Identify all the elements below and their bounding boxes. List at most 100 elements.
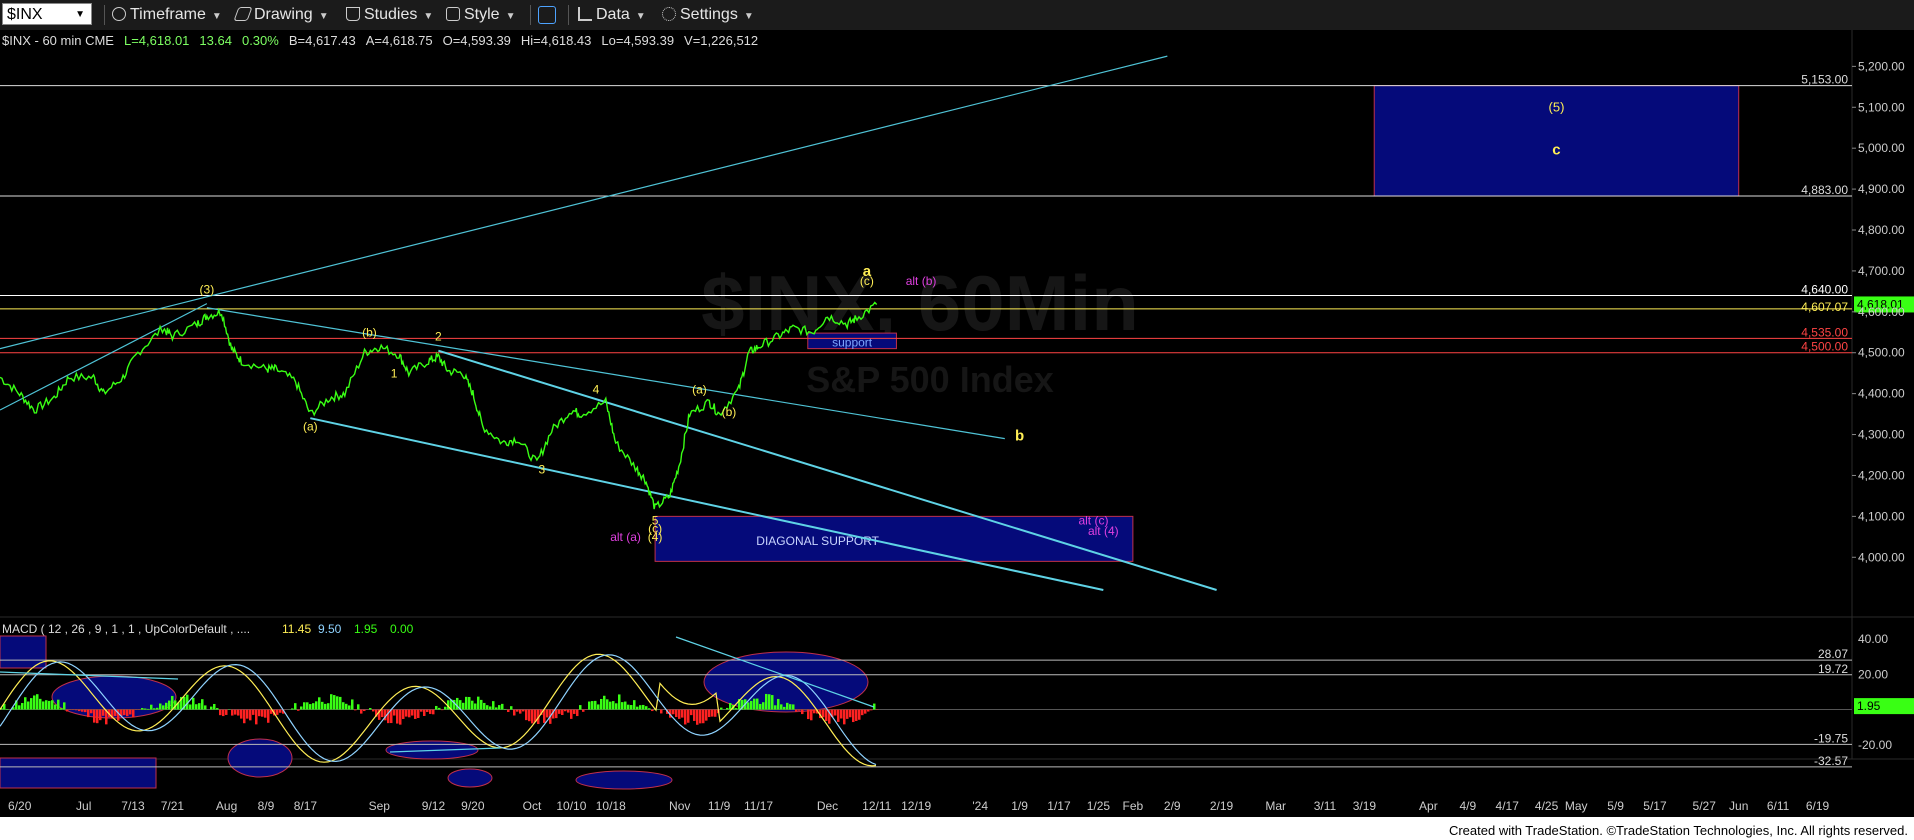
time-axis-tick: 5/9 bbox=[1607, 799, 1624, 813]
macd-histogram-bar bbox=[612, 701, 615, 710]
macd-histogram-bar bbox=[312, 703, 315, 710]
macd-histogram-bar bbox=[591, 701, 594, 710]
macd-histogram-bar bbox=[261, 709, 264, 717]
macd-histogram-bar bbox=[624, 701, 627, 710]
price-axis-tick: 4,100.00 bbox=[1858, 509, 1905, 523]
macd-histogram-bar bbox=[192, 697, 195, 710]
time-axis-tick: Nov bbox=[669, 799, 690, 813]
macd-histogram-bar bbox=[789, 704, 792, 710]
layout-button[interactable] bbox=[538, 6, 560, 27]
macd-histogram-bar bbox=[306, 702, 309, 710]
macd-histogram-bar bbox=[336, 696, 339, 710]
macd-histogram-bar bbox=[144, 708, 147, 710]
macd-histogram-bar bbox=[825, 709, 828, 721]
macd-histogram-bar bbox=[594, 700, 597, 710]
macd-histogram-bar bbox=[90, 709, 93, 714]
macd-histogram-bar bbox=[753, 698, 756, 710]
macd-histogram-bar bbox=[300, 706, 303, 710]
time-axis-tick: 7/21 bbox=[161, 799, 185, 813]
time-axis-tick: 5/17 bbox=[1643, 799, 1667, 813]
macd-histogram-bar bbox=[762, 702, 765, 710]
macd-histogram-bar bbox=[150, 704, 153, 710]
time-axis-tick: 1/9 bbox=[1011, 799, 1028, 813]
macd-histogram-bar bbox=[852, 709, 855, 723]
macd-histogram-bar bbox=[747, 702, 750, 710]
net-change: 13.64 bbox=[199, 33, 232, 48]
bid-price: B=4,617.43 bbox=[288, 33, 356, 48]
time-axis-tick: Jun bbox=[1729, 799, 1748, 813]
macd-histogram-bar bbox=[711, 709, 714, 717]
macd-value: 9.50 bbox=[318, 622, 342, 636]
level-label: 4,535.00 bbox=[1801, 325, 1848, 339]
time-axis-tick: Feb bbox=[1123, 799, 1144, 813]
macd-histogram-bar bbox=[132, 709, 135, 718]
macd-histogram-bar bbox=[702, 709, 705, 724]
macd-histogram-bar bbox=[102, 709, 105, 716]
macd-histogram-bar bbox=[309, 704, 312, 710]
macd-histogram-bar bbox=[681, 709, 684, 718]
macd-histogram-bar bbox=[834, 709, 837, 716]
level-label: 4,607.07 bbox=[1801, 300, 1848, 314]
macd-histogram-bar bbox=[42, 701, 45, 710]
macd-histogram-bar bbox=[783, 706, 786, 710]
price-axis-tick: 4,700.00 bbox=[1858, 264, 1905, 278]
diagonal-support-label: DIAGONAL SUPPORT bbox=[756, 534, 879, 548]
macd-histogram-bar bbox=[63, 702, 66, 710]
macd-highlight bbox=[447, 768, 493, 788]
macd-histogram-bar bbox=[87, 709, 90, 718]
target-box-label: (5) bbox=[1549, 99, 1565, 114]
macd-histogram-bar bbox=[24, 697, 27, 710]
percent-change: 0.30% bbox=[241, 33, 279, 48]
macd-histogram-bar bbox=[555, 709, 558, 719]
macd-histogram-bar bbox=[660, 709, 663, 714]
macd-histogram-bar bbox=[342, 702, 345, 710]
macd-histogram-bar bbox=[837, 709, 840, 722]
macd-histogram-bar bbox=[303, 702, 306, 710]
macd-histogram-bar bbox=[564, 709, 567, 712]
symbol-input[interactable]: $INX ▼ bbox=[2, 3, 92, 25]
timeframe-button[interactable]: Timeframe ▼ bbox=[112, 6, 222, 24]
macd-histogram-bar bbox=[468, 696, 471, 710]
wave-label: (b) bbox=[362, 325, 377, 339]
price-axis-tick: 4,000.00 bbox=[1858, 550, 1905, 564]
macd-histogram-bar bbox=[156, 707, 159, 710]
macd-histogram-bar bbox=[606, 699, 609, 710]
macd-axis-tick: 20.00 bbox=[1858, 667, 1888, 681]
open-price: O=4,593.39 bbox=[442, 33, 511, 48]
macd-histogram-bar bbox=[858, 709, 861, 720]
time-axis-tick: 10/10 bbox=[556, 799, 586, 813]
time-axis-tick: 3/11 bbox=[1314, 799, 1337, 813]
macd-histogram-bar bbox=[582, 709, 585, 712]
macd-histogram-bar bbox=[867, 709, 870, 712]
macd-histogram-bar bbox=[849, 709, 852, 718]
price-axis-tick: 4,500.00 bbox=[1858, 346, 1905, 360]
drawing-button[interactable]: Drawing ▼ bbox=[233, 6, 329, 24]
macd-histogram-bar bbox=[846, 709, 849, 719]
price-chart[interactable]: $INX, 60Min S&P 500 Index (5) c support DIAGO… bbox=[0, 30, 1914, 817]
macd-histogram-bar bbox=[414, 709, 417, 719]
wave-label: (a) bbox=[303, 419, 318, 433]
time-axis-tick: 5/27 bbox=[1693, 799, 1717, 813]
macd-histogram-bar bbox=[708, 709, 711, 718]
macd-histogram-bar bbox=[252, 709, 255, 715]
settings-button[interactable]: Settings ▼ bbox=[662, 6, 754, 24]
macd-histogram-bar bbox=[765, 693, 768, 710]
macd-histogram-bar bbox=[264, 709, 267, 718]
last-price: L=4,618.01 bbox=[123, 33, 190, 48]
style-button[interactable]: Style ▼ bbox=[446, 6, 515, 24]
macd-histogram-bar bbox=[870, 709, 873, 711]
macd-histogram-bar bbox=[54, 704, 57, 710]
data-button[interactable]: Data ▼ bbox=[578, 6, 646, 24]
time-axis-tick: 8/17 bbox=[294, 799, 318, 813]
toolbar-divider bbox=[104, 5, 105, 25]
time-axis-tick: 2/19 bbox=[1210, 799, 1234, 813]
macd-histogram-bar bbox=[30, 698, 33, 710]
time-axis-tick: 6/20 bbox=[8, 799, 32, 813]
macd-histogram-bar bbox=[720, 707, 723, 710]
time-axis-tick: 11/17 bbox=[744, 799, 773, 813]
low-price: Lo=4,593.39 bbox=[601, 33, 675, 48]
time-axis-tick: 4/25 bbox=[1535, 799, 1559, 813]
macd-histogram-bar bbox=[225, 709, 228, 715]
studies-button[interactable]: Studies ▼ bbox=[346, 6, 433, 24]
price-axis-tick: 4,800.00 bbox=[1858, 223, 1905, 237]
